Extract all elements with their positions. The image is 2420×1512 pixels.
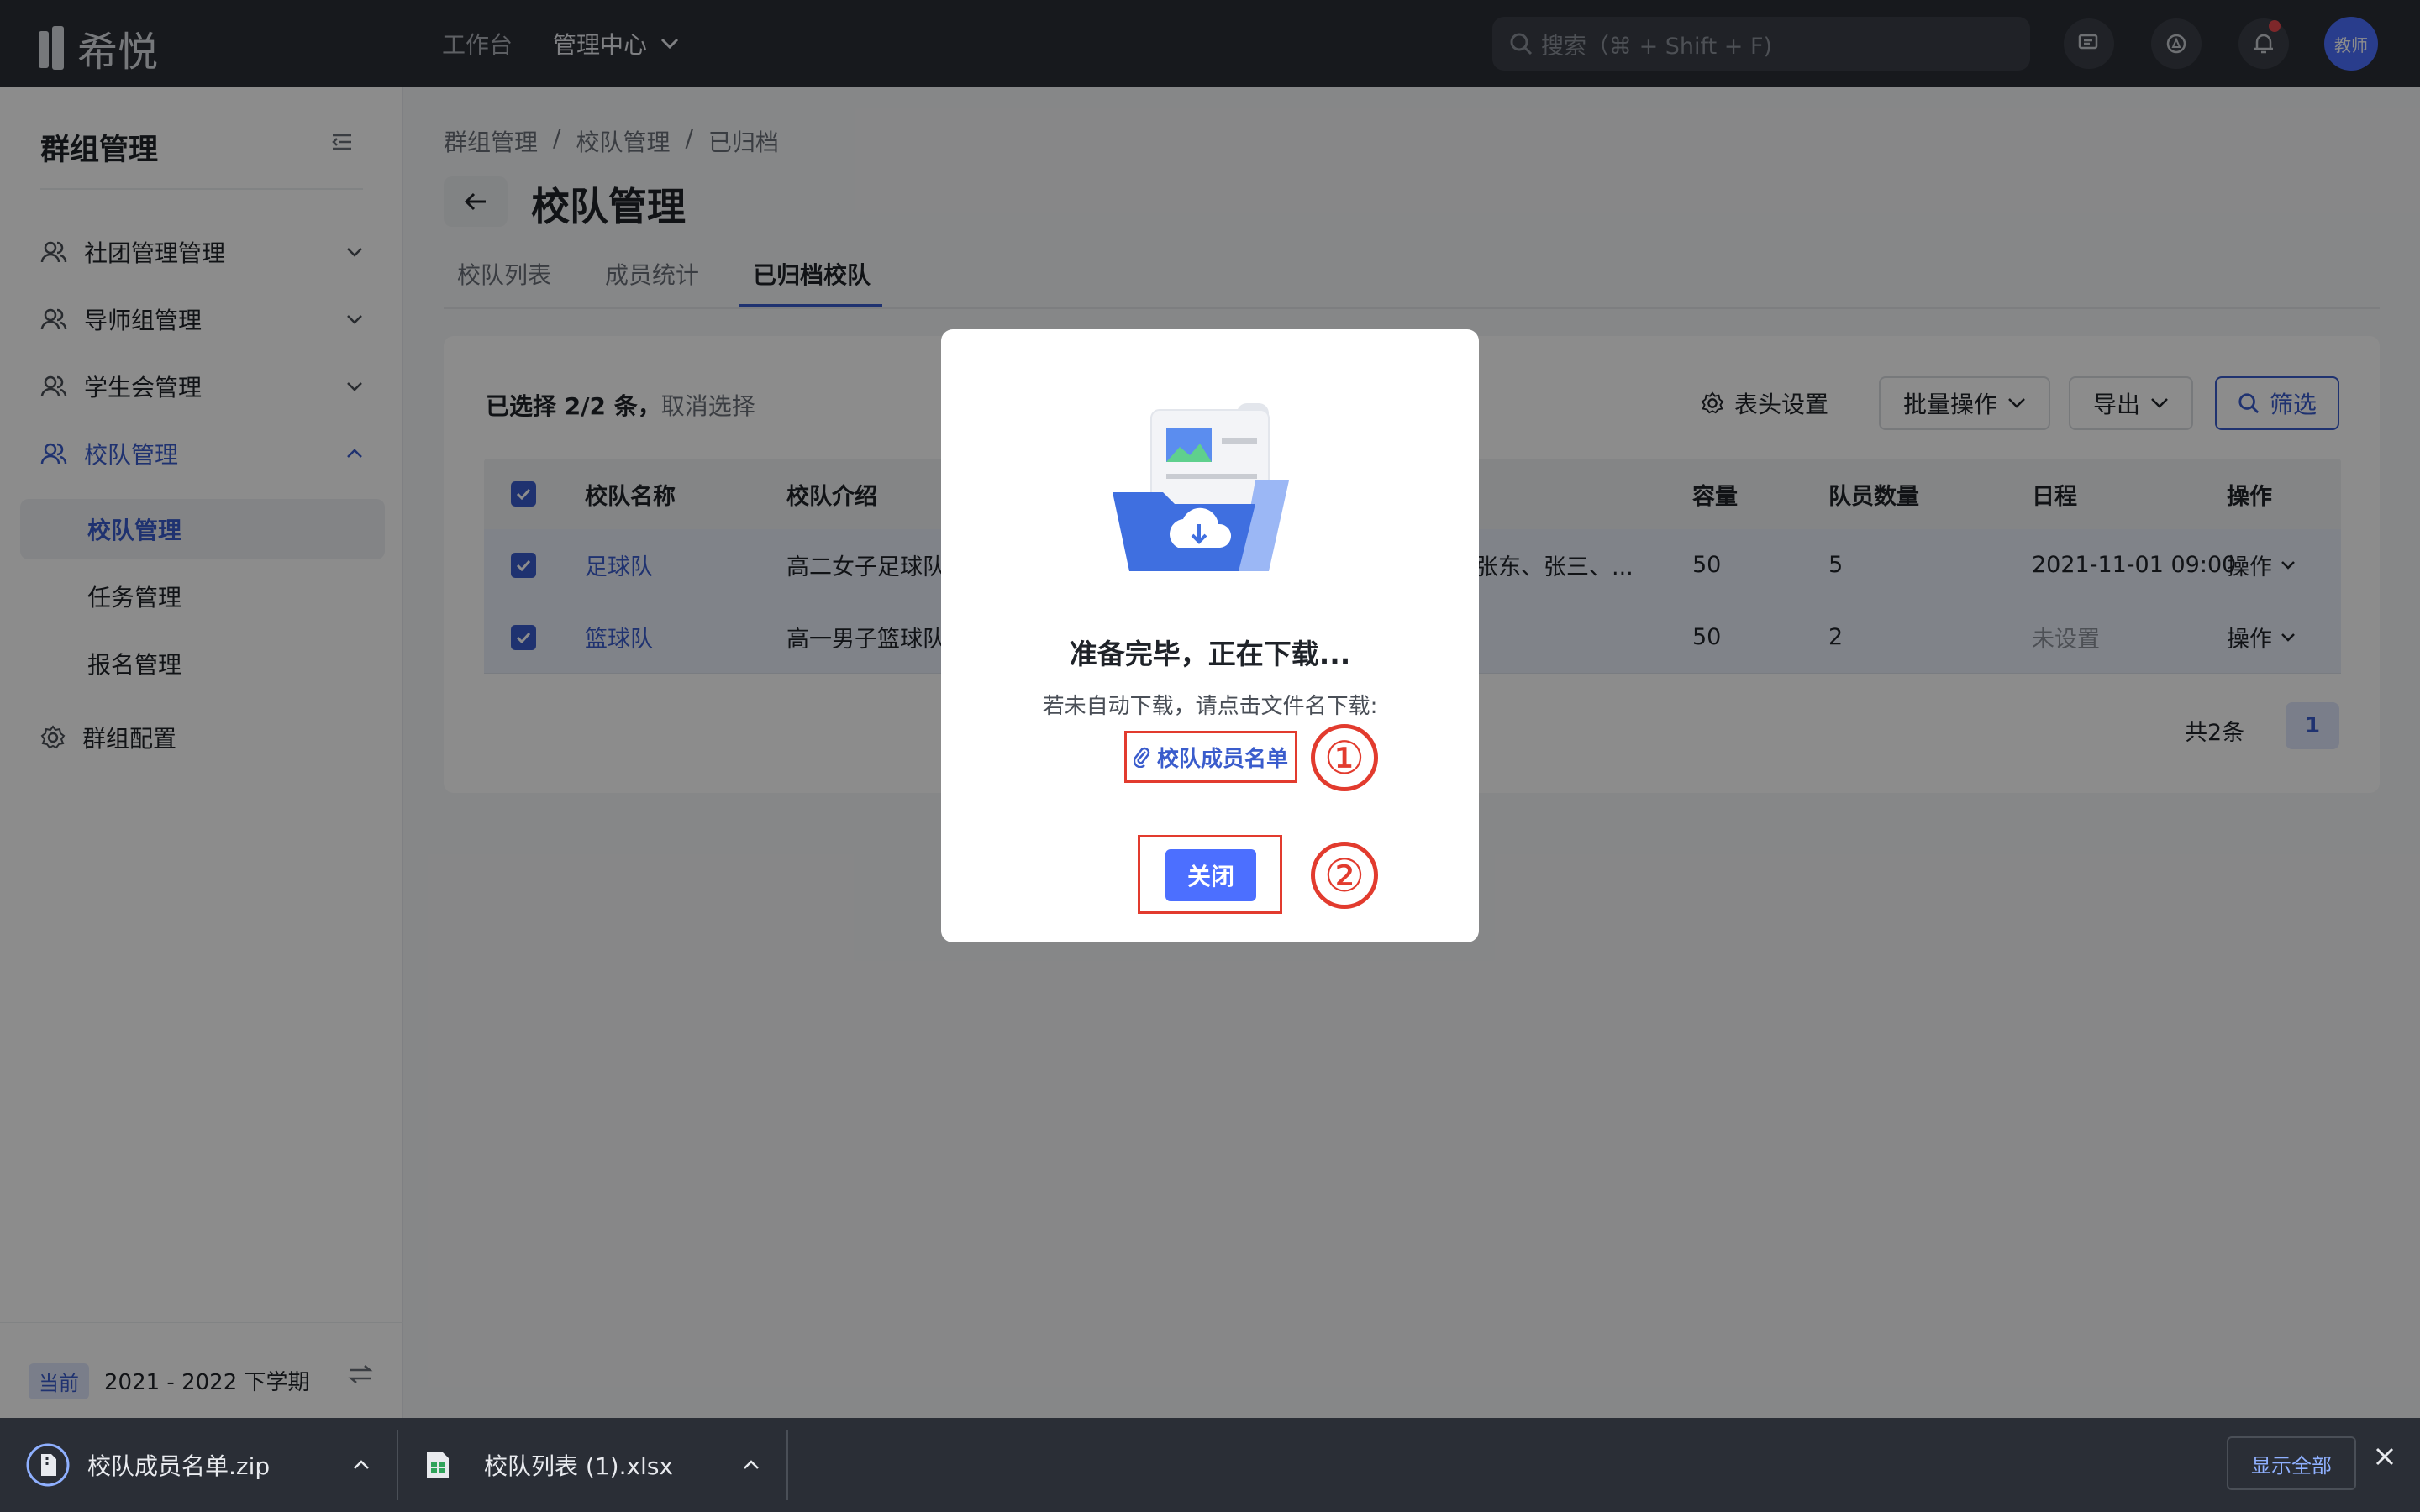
modal-description: 若未自动下载，请点击文件名下载: — [1042, 694, 1378, 719]
download-filename: 校队列表 (1).xlsx — [484, 1452, 673, 1480]
close-icon — [2375, 1447, 2394, 1466]
step-marker-1: ① — [1311, 724, 1378, 791]
download-folder-icon — [1113, 403, 1289, 571]
download-shelf: 校队成员名单.zip 校队列表 (1).xlsx 显示全部 — [0, 1418, 2420, 1512]
download-file-label: 校队成员名单 — [1156, 746, 1288, 772]
chevron-up-icon[interactable] — [353, 1460, 370, 1470]
show-all-downloads-button[interactable]: 显示全部 — [2227, 1436, 2356, 1490]
download-item[interactable]: 校队成员名单.zip — [25, 1418, 370, 1512]
download-filename: 校队成员名单.zip — [87, 1452, 271, 1480]
modal-title: 准备完毕，正在下载... — [1069, 638, 1351, 670]
close-download-shelf-button[interactable] — [2375, 1446, 2395, 1470]
zip-file-icon — [26, 1443, 70, 1487]
paperclip-icon — [1133, 747, 1150, 768]
download-file-link[interactable]: 校队成员名单 — [1124, 731, 1297, 783]
download-modal: 准备完毕，正在下载... 若未自动下载，请点击文件名下载: 校队成员名单 ① 关… — [941, 329, 1479, 942]
download-separator — [397, 1430, 398, 1500]
close-button[interactable]: 关闭 — [1165, 849, 1257, 901]
download-item[interactable]: 校队列表 (1).xlsx — [425, 1418, 760, 1512]
step-marker-2: ② — [1311, 842, 1378, 909]
chevron-up-icon[interactable] — [743, 1460, 760, 1470]
close-highlight-frame: 关闭 — [1138, 835, 1282, 914]
spreadsheet-file-icon — [427, 1452, 449, 1478]
download-separator — [786, 1430, 788, 1500]
